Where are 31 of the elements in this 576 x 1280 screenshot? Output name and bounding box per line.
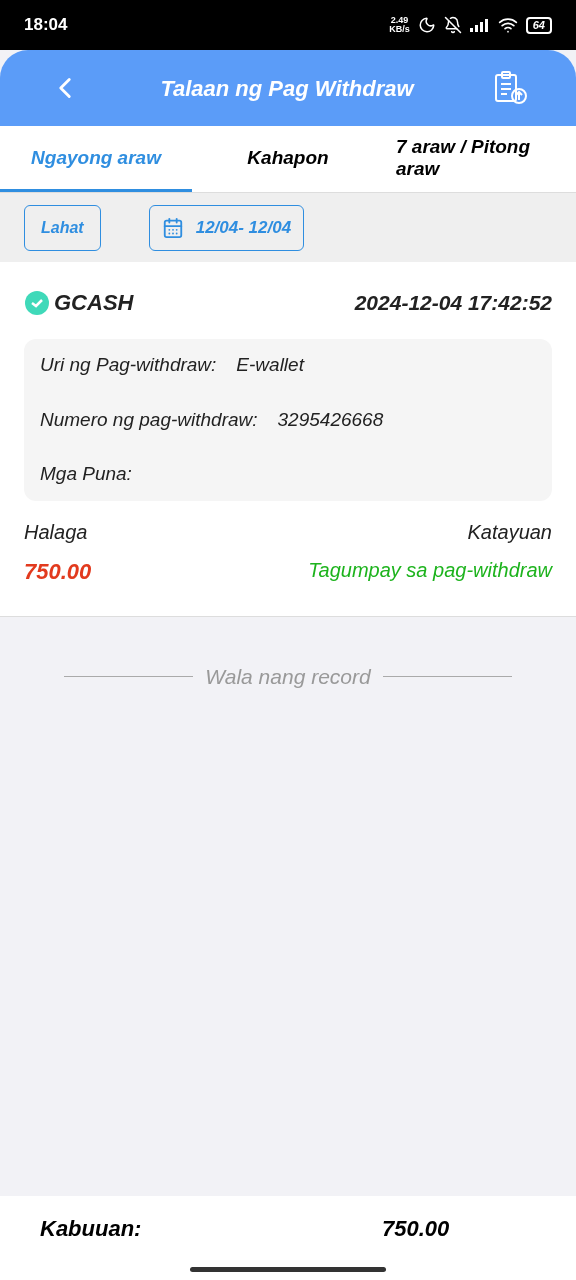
battery-icon: 64 xyxy=(525,16,552,34)
wallet-logo-icon xyxy=(24,289,50,316)
date-range-button[interactable]: 12/04- 12/04 xyxy=(148,204,305,251)
detail-value: E-wallet xyxy=(236,353,304,377)
network-unit: KB/s xyxy=(389,25,410,34)
clipboard-upload-icon[interactable] xyxy=(492,70,528,106)
status-label: Katayuan xyxy=(467,519,552,545)
detail-label: Mga Puna: xyxy=(40,462,132,486)
total-value: 750.00 xyxy=(382,1215,450,1243)
total-label: Kabuuan: xyxy=(40,1215,143,1243)
calendar-icon xyxy=(161,216,184,239)
network-speed: 2.49 xyxy=(390,16,409,25)
status-value: Tagumpay sa pag-withdraw xyxy=(308,557,552,583)
detail-value: 3295426668 xyxy=(277,407,384,432)
end-of-list-text: Wala nang record xyxy=(205,663,371,690)
detail-label: Numero ng pag-withdraw: xyxy=(40,407,258,432)
tab[interactable]: Kahapon xyxy=(192,126,384,192)
tab[interactable]: 7 araw / Pitong araw xyxy=(384,126,576,192)
signal-icon xyxy=(469,18,490,32)
moon-icon xyxy=(417,16,436,34)
method-name: GCASH xyxy=(54,289,134,317)
bell-off-icon xyxy=(443,16,462,34)
record-datetime: 2024-12-04 17:42:52 xyxy=(354,289,552,316)
wifi-icon xyxy=(497,15,518,35)
date-range-text: 12/04- 12/04 xyxy=(195,216,292,239)
detail-label: Uri ng Pag-withdraw: xyxy=(40,353,217,377)
amount-label: Halaga xyxy=(24,519,88,545)
status-time: 18:04 xyxy=(24,14,68,37)
page-title: Talaan ng Pag Withdraw xyxy=(160,74,414,103)
all-filter-button[interactable]: Lahat xyxy=(24,204,101,251)
amount-value: 750.00 xyxy=(24,557,92,586)
